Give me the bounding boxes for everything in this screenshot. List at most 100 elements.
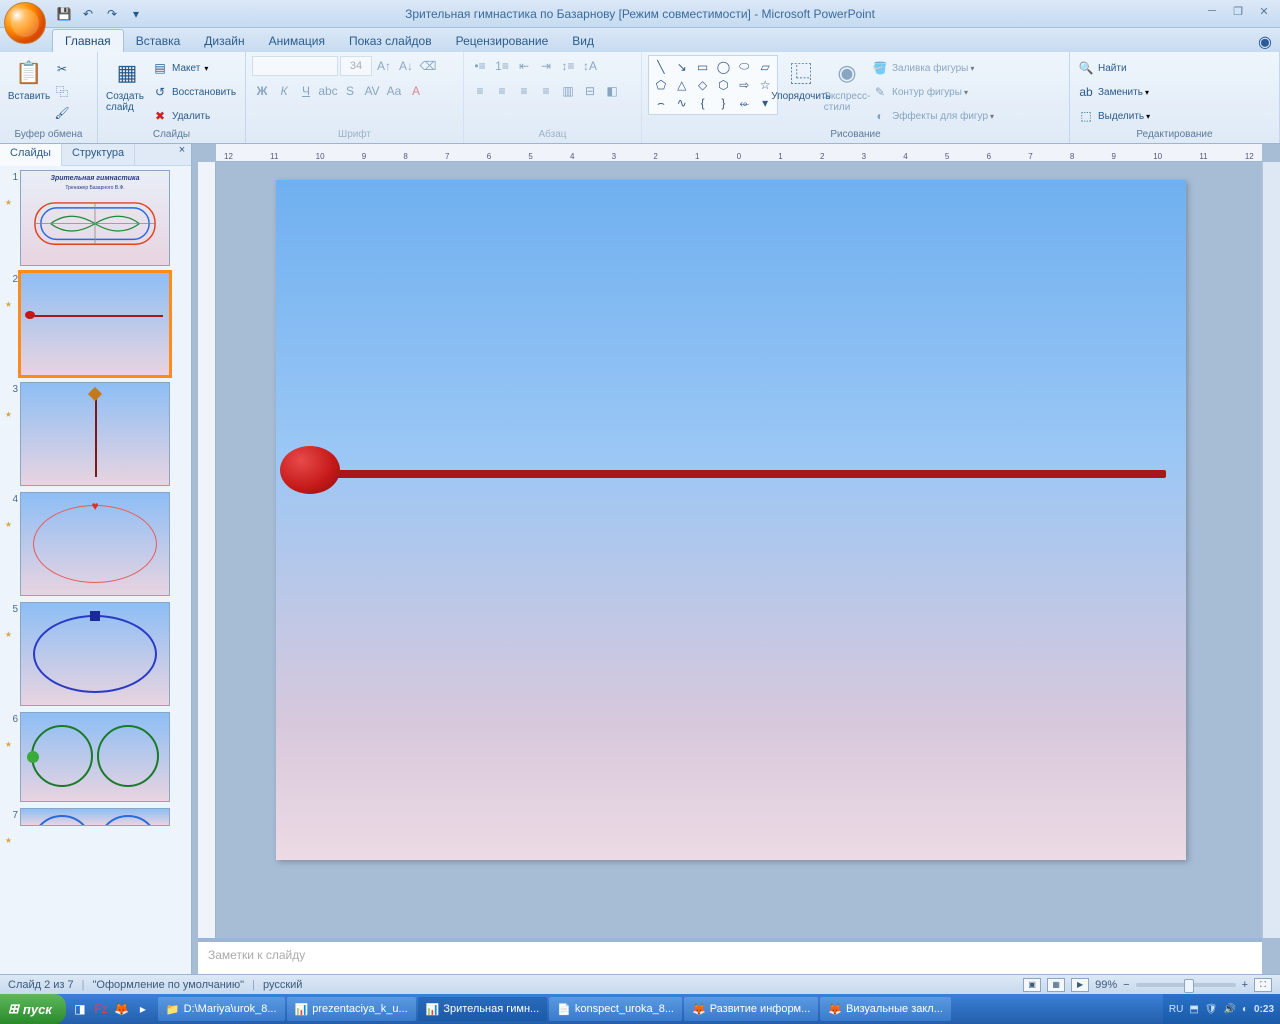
taskbar-item[interactable]: 🦊Визуальные закл... bbox=[820, 997, 951, 1021]
thumbnail-item[interactable]: 2 bbox=[2, 272, 189, 376]
language[interactable]: русский bbox=[263, 979, 302, 991]
shadow-icon[interactable]: S bbox=[340, 81, 360, 101]
quick-styles-button[interactable]: ◉ Экспресс-стили bbox=[824, 55, 870, 115]
thumbnail-item[interactable]: 1 Зрительная гимнастика Тренажер Базарно… bbox=[2, 170, 189, 266]
vertical-scrollbar[interactable] bbox=[1262, 162, 1280, 938]
tab-review[interactable]: Рецензирование bbox=[444, 30, 561, 52]
shrink-font-icon[interactable]: A↓ bbox=[396, 56, 416, 76]
spacing-icon[interactable]: AV bbox=[362, 81, 382, 101]
lang-indicator[interactable]: RU bbox=[1169, 1004, 1183, 1015]
zoom-in-icon[interactable]: + bbox=[1242, 979, 1248, 991]
columns-icon[interactable]: ▥ bbox=[558, 81, 578, 101]
vertical-ruler[interactable] bbox=[198, 162, 216, 938]
slide-canvas-area[interactable] bbox=[216, 162, 1262, 938]
tray-icon[interactable]: 🛡 bbox=[1205, 1004, 1218, 1015]
thumbnail-item[interactable]: 4 ♥ bbox=[2, 492, 189, 596]
font-size-combo[interactable]: 34 bbox=[340, 56, 372, 76]
horizontal-ruler[interactable]: 1211109876543210123456789101112 bbox=[216, 144, 1262, 162]
bold-icon[interactable]: Ж bbox=[252, 81, 272, 101]
delete-button[interactable]: ✖Удалить bbox=[150, 106, 236, 126]
slide[interactable] bbox=[276, 180, 1186, 860]
ql-icon[interactable]: ◨ bbox=[70, 997, 90, 1021]
tab-animations[interactable]: Анимация bbox=[257, 30, 337, 52]
thumbnail-item[interactable]: 3 bbox=[2, 382, 189, 486]
sorter-view-icon[interactable]: ▦ bbox=[1047, 978, 1065, 992]
help-icon[interactable]: ◉ bbox=[1258, 32, 1274, 48]
tab-insert[interactable]: Вставка bbox=[124, 30, 193, 52]
restore-button[interactable]: ❐ bbox=[1226, 2, 1250, 20]
shape-ellipse[interactable] bbox=[280, 446, 340, 494]
clear-format-icon[interactable]: ⌫ bbox=[418, 56, 438, 76]
case-icon[interactable]: Aa bbox=[384, 81, 404, 101]
cut-icon[interactable]: ✂ bbox=[52, 59, 72, 79]
thumbnail-item[interactable]: 5 bbox=[2, 602, 189, 706]
align-left-icon[interactable]: ≡ bbox=[470, 81, 490, 101]
taskbar-item[interactable]: 📊prezentaciya_k_u... bbox=[287, 997, 416, 1021]
line-spacing-icon[interactable]: ↕≡ bbox=[558, 56, 578, 76]
smartart-icon[interactable]: ◧ bbox=[602, 81, 622, 101]
align-text-icon[interactable]: ⊟ bbox=[580, 81, 600, 101]
new-slide-button[interactable]: ▦ Создать слайд bbox=[104, 55, 150, 115]
undo-icon[interactable]: ↶ bbox=[78, 4, 98, 24]
qat-more-icon[interactable]: ▾ bbox=[126, 4, 146, 24]
shape-outline-button[interactable]: ✎Контур фигуры▾ bbox=[870, 82, 994, 102]
taskbar-item[interactable]: 📁D:\Mariya\urok_8... bbox=[158, 997, 285, 1021]
tab-view[interactable]: Вид bbox=[560, 30, 606, 52]
paste-button[interactable]: 📋 Вставить bbox=[6, 55, 52, 104]
zoom-slider[interactable] bbox=[1136, 983, 1236, 987]
arrange-button[interactable]: ⿺ Упорядочить bbox=[778, 55, 824, 104]
text-direction-icon[interactable]: ↕A bbox=[580, 56, 600, 76]
indent-dec-icon[interactable]: ⇤ bbox=[514, 56, 534, 76]
copy-icon[interactable]: ⿻ bbox=[52, 81, 72, 101]
notes-pane[interactable]: Заметки к слайду bbox=[198, 938, 1262, 974]
tray-icon[interactable]: ⬒ bbox=[1189, 1004, 1198, 1015]
thumbnail-item[interactable]: 6 bbox=[2, 712, 189, 802]
layout-button[interactable]: ▤Макет▾ bbox=[150, 58, 236, 78]
shape-effects-button[interactable]: ◐Эффекты для фигур▾ bbox=[870, 106, 994, 126]
shape-fill-button[interactable]: 🪣Заливка фигуры▾ bbox=[870, 58, 994, 78]
ql-icon[interactable]: Fz bbox=[91, 997, 111, 1021]
thumbnail-item[interactable]: 7 bbox=[2, 808, 189, 845]
bullets-icon[interactable]: •≡ bbox=[470, 56, 490, 76]
align-right-icon[interactable]: ≡ bbox=[514, 81, 534, 101]
tab-home[interactable]: Главная bbox=[52, 29, 124, 52]
shape-line[interactable] bbox=[306, 470, 1166, 478]
slideshow-view-icon[interactable]: ▶ bbox=[1071, 978, 1089, 992]
tab-design[interactable]: Дизайн bbox=[192, 30, 256, 52]
taskbar-item[interactable]: 📊Зрительная гимн... bbox=[418, 997, 548, 1021]
thumbnail-list[interactable]: 1 Зрительная гимнастика Тренажер Базарно… bbox=[0, 166, 191, 974]
close-button[interactable]: ✕ bbox=[1252, 2, 1276, 20]
taskbar-item[interactable]: 🦊Развитие информ... bbox=[684, 997, 818, 1021]
find-button[interactable]: 🔍Найти bbox=[1076, 58, 1127, 78]
normal-view-icon[interactable]: ▣ bbox=[1023, 978, 1041, 992]
replace-button[interactable]: abЗаменить▾ bbox=[1076, 82, 1149, 102]
panel-tab-outline[interactable]: Структура bbox=[62, 144, 135, 165]
italic-icon[interactable]: К bbox=[274, 81, 294, 101]
minimize-button[interactable]: ─ bbox=[1200, 2, 1224, 20]
zoom-out-icon[interactable]: − bbox=[1123, 979, 1129, 991]
numbering-icon[interactable]: 1≡ bbox=[492, 56, 512, 76]
tray-icon[interactable]: ◐ bbox=[1242, 1004, 1248, 1015]
indent-inc-icon[interactable]: ⇥ bbox=[536, 56, 556, 76]
office-button[interactable] bbox=[4, 2, 46, 44]
justify-icon[interactable]: ≡ bbox=[536, 81, 556, 101]
select-button[interactable]: ⬚Выделить▾ bbox=[1076, 106, 1150, 126]
grow-font-icon[interactable]: A↑ bbox=[374, 56, 394, 76]
tray-icon[interactable]: 🔊 bbox=[1223, 1004, 1235, 1015]
underline-icon[interactable]: Ч bbox=[296, 81, 316, 101]
panel-tab-slides[interactable]: Слайды bbox=[0, 144, 62, 166]
shapes-gallery[interactable]: ╲↘▭◯⬭▱ ⬠△◇⬡⇨☆ ⌢∿{}⬰▾ bbox=[648, 55, 778, 115]
panel-close-icon[interactable]: × bbox=[173, 144, 191, 165]
reset-button[interactable]: ↺Восстановить bbox=[150, 82, 236, 102]
redo-icon[interactable]: ↷ bbox=[102, 4, 122, 24]
zoom-level[interactable]: 99% bbox=[1095, 979, 1117, 991]
align-center-icon[interactable]: ≡ bbox=[492, 81, 512, 101]
font-family-combo[interactable] bbox=[252, 56, 338, 76]
ql-icon[interactable]: 🦊 bbox=[112, 997, 132, 1021]
ql-icon[interactable]: ▸ bbox=[133, 997, 153, 1021]
fit-icon[interactable]: ⛶ bbox=[1254, 978, 1272, 992]
font-color-icon[interactable]: A bbox=[406, 81, 426, 101]
tab-slideshow[interactable]: Показ слайдов bbox=[337, 30, 444, 52]
format-painter-icon[interactable]: 🖌 bbox=[52, 103, 72, 123]
start-button[interactable]: ⊞пуск bbox=[0, 994, 66, 1024]
